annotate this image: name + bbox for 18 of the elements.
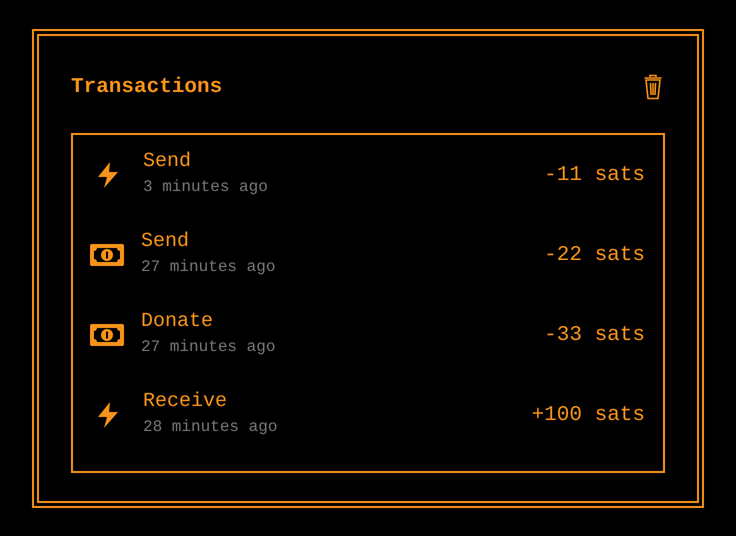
transaction-amount: -11 sats: [544, 164, 645, 186]
lightning-icon: [95, 401, 121, 429]
transaction-label: Receive: [143, 391, 228, 413]
transaction-label: Send: [143, 151, 192, 173]
panel-title: Transactions: [71, 76, 222, 98]
transaction-time: 27 minutes ago: [141, 257, 276, 277]
delete-icon[interactable]: [643, 74, 663, 100]
lightning-icon: [95, 161, 121, 189]
transaction-time: 3 minutes ago: [143, 177, 268, 197]
transaction-time: 27 minutes ago: [141, 337, 276, 357]
banknote-icon: [89, 243, 125, 267]
transaction-time: 28 minutes ago: [143, 417, 278, 437]
transaction-amount: -33 sats: [544, 324, 645, 346]
transaction-amount: +100 sats: [532, 404, 645, 426]
transaction-amount: -22 sats: [544, 244, 645, 266]
transaction-label: Donate: [141, 311, 214, 333]
transaction-label: Send: [141, 231, 190, 253]
banknote-icon: [89, 323, 125, 347]
